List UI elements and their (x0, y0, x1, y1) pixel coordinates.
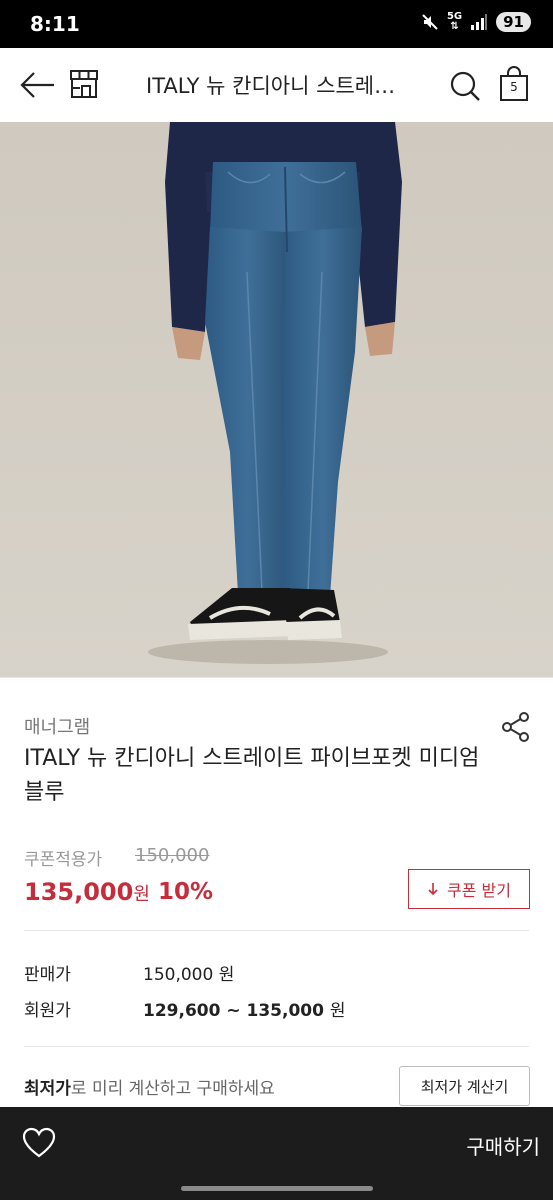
app-header: ITALY 뉴 칸디아니 스트레이트 파이브포켓 미디엄블루 5 (0, 48, 553, 122)
battery-indicator: 91 (496, 12, 531, 32)
sale-price-value: 135,000 (24, 878, 134, 906)
product-image[interactable] (0, 122, 553, 677)
sale-price-unit: 원 (133, 884, 150, 905)
status-bar: 8:11 5G ⇅ 91 (0, 0, 553, 48)
coupon-price-label: 쿠폰적용가 (24, 850, 103, 870)
bottom-action-bar: 구매하기 (0, 1107, 553, 1200)
network-badge: 5G ⇅ (447, 12, 462, 32)
member-price-range: 129,600 ~ 135,000 (143, 1001, 324, 1021)
brand-name[interactable]: 매너그램 (24, 713, 90, 739)
home-indicator[interactable] (181, 1186, 373, 1191)
data-arrows-icon: ⇅ (450, 21, 459, 32)
mute-icon (422, 14, 438, 30)
lowest-price-rest: 로 미리 계산하고 구매하세요 (70, 1079, 275, 1099)
sale-price-row-value: 150,000 원 (143, 965, 235, 985)
get-coupon-label: 쿠폰 받기 (447, 881, 511, 900)
cart-count-badge: 5 (510, 80, 518, 94)
status-time: 8:11 (30, 12, 80, 36)
sale-price-row-label: 판매가 (24, 965, 71, 985)
member-price-unit: 원 (329, 1001, 346, 1021)
lowest-price-calculator-button[interactable]: 최저가 계산기 (399, 1066, 530, 1106)
original-price: 150,000 (135, 845, 210, 866)
lowest-price-text: 최저가로 미리 계산하고 구매하세요 (24, 1074, 275, 1099)
search-icon[interactable] (448, 69, 482, 103)
store-icon[interactable] (68, 68, 100, 100)
image-divider (0, 677, 553, 678)
jeans-photo (0, 122, 553, 677)
discount-rate: 10% (158, 879, 214, 905)
download-arrow-icon (428, 883, 438, 896)
sale-price: 135,000원 (24, 878, 150, 906)
page-title: ITALY 뉴 칸디아니 스트레이트 파이브포켓 미디엄블루 (146, 74, 412, 98)
signal-icon (471, 14, 488, 30)
status-icons: 5G ⇅ 91 (421, 12, 531, 32)
share-icon[interactable] (500, 711, 532, 743)
product-name: ITALY 뉴 칸디아니 스트레이트 파이브포켓 미디엄블루 (24, 746, 480, 805)
buy-button[interactable]: 구매하기 (420, 1125, 540, 1165)
heart-icon[interactable] (22, 1127, 56, 1159)
back-arrow-icon[interactable] (18, 68, 56, 102)
lowest-price-strong: 최저가 (24, 1079, 71, 1099)
member-price-row-value: 129,600 ~ 135,000 원 (143, 996, 346, 1021)
section-divider (24, 1046, 529, 1047)
member-price-row-label: 회원가 (24, 1001, 71, 1021)
section-divider (24, 930, 529, 931)
get-coupon-button[interactable]: 쿠폰 받기 (408, 869, 530, 909)
